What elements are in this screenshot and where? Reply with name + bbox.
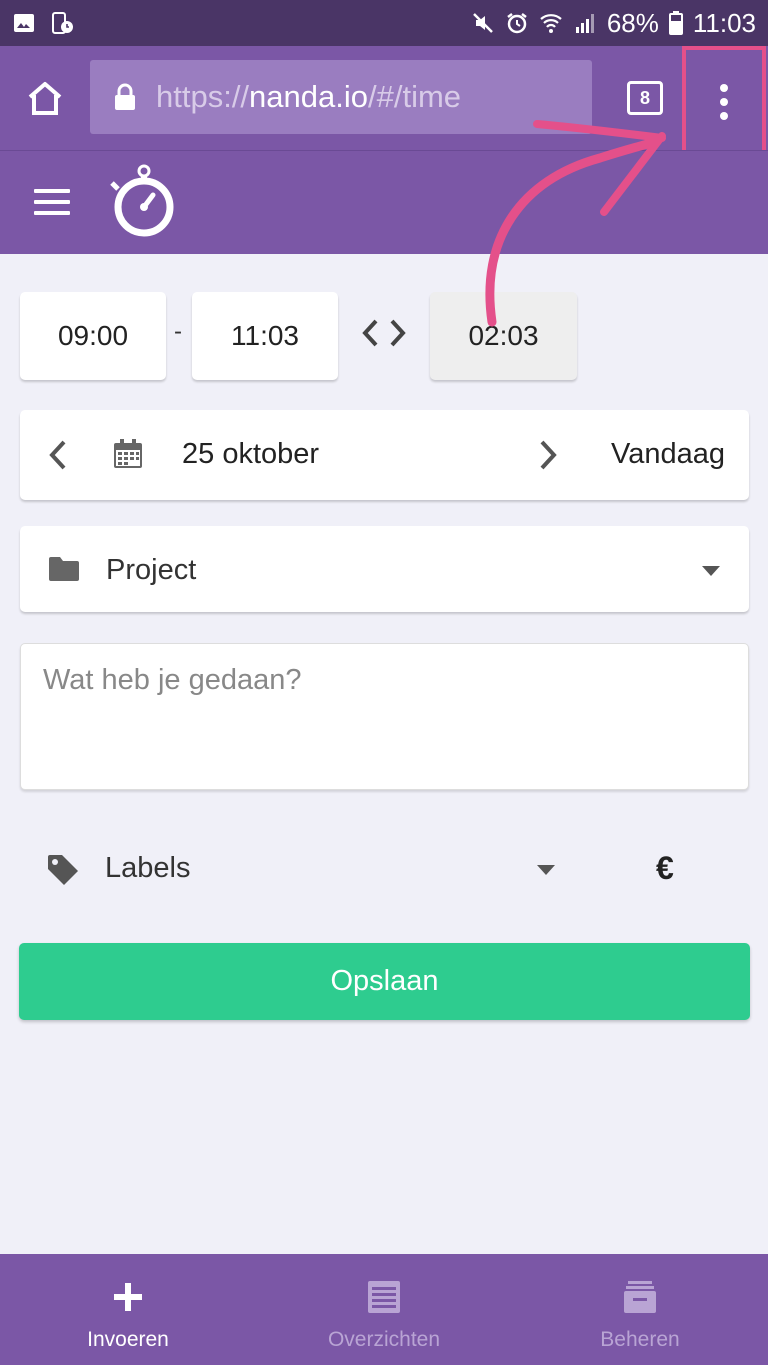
swap-mode-icon[interactable] [362,318,406,348]
browser-toolbar: https://nanda.io/#/time 8 [0,46,768,158]
mute-icon [472,13,493,33]
home-icon [28,82,62,115]
description-input[interactable] [20,643,749,790]
menu-dot [720,84,728,92]
menu-dot [720,98,728,106]
list-icon [367,1280,401,1314]
caret-down-icon [702,566,720,576]
tabs-button[interactable]: 8 [627,81,663,115]
tag-icon [48,855,78,885]
bottom-navigation: Invoeren Overzichten Beheren [0,1254,768,1365]
status-bar: 68% 11:03 [0,0,768,46]
alarm-icon [507,13,527,34]
labels-select[interactable]: Labels [105,852,190,885]
folder-icon [49,557,79,581]
stopwatch-logo-icon [110,164,174,237]
duration-input[interactable]: 02:03 [430,292,577,380]
home-button[interactable] [0,46,90,150]
time-separator: - [174,318,182,345]
url-prefix: https:// [156,79,250,114]
address-bar[interactable]: https://nanda.io/#/time [90,60,592,134]
today-button[interactable]: Vandaag [611,438,725,471]
archive-icon [623,1280,657,1314]
save-button[interactable]: Opslaan [19,943,750,1020]
nav-invoeren[interactable]: Invoeren [0,1254,256,1365]
status-time: 11:03 [692,7,756,38]
signal-icon [575,14,594,33]
date-selector: 25 oktober Vandaag [20,410,749,500]
calendar-icon [114,439,142,468]
end-time-input[interactable]: 11:03 [192,292,338,380]
app-header [0,150,768,254]
chevron-right-icon[interactable] [538,440,558,470]
project-label: Project [106,554,197,586]
start-time-input[interactable]: 09:00 [20,292,166,380]
gallery-icon [14,14,34,32]
billable-toggle[interactable]: € [656,850,674,887]
nav-overzichten[interactable]: Overzichten [256,1254,512,1365]
nav-label: Invoeren [87,1328,169,1351]
battery-icon [668,11,683,35]
plus-icon [114,1280,142,1314]
nav-beheren[interactable]: Beheren [512,1254,768,1365]
chevron-left-icon[interactable] [48,440,68,470]
url-path: /#/time [368,79,462,114]
nav-label: Beheren [600,1328,680,1351]
project-select[interactable]: Project [20,526,749,612]
battery-percent: 68% [606,7,659,38]
lock-icon [115,83,135,110]
caret-down-icon[interactable] [537,865,555,875]
selected-date[interactable]: 25 oktober [182,438,319,471]
url-text: https://nanda.io/#/time [156,79,461,115]
hamburger-menu-icon[interactable] [34,189,70,215]
screen-schedule-icon [52,12,73,34]
nav-label: Overzichten [327,1328,441,1351]
url-host: nanda.io [249,79,368,114]
wifi-icon [540,14,562,33]
browser-menu-button[interactable] [682,46,766,158]
menu-dot [720,112,728,120]
